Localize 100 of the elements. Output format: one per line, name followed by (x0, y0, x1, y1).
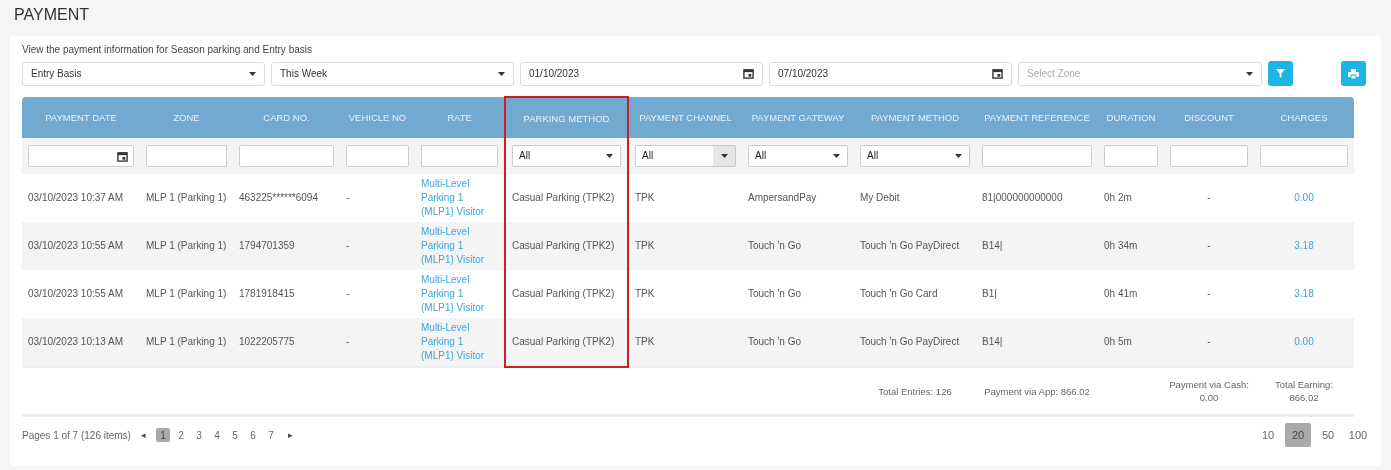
table-cell: 0h 2m (1098, 174, 1164, 222)
date-field[interactable]: 01/10/2023 (520, 61, 763, 86)
print-icon (1348, 68, 1359, 79)
next-page-button[interactable]: ▸ (281, 430, 299, 440)
date-field[interactable] (28, 145, 134, 167)
total-text: Payment via Cash: 0.00 (1169, 379, 1249, 403)
select-field[interactable]: Entry Basis (22, 61, 265, 86)
column-header: PAYMENT CHANNEL (628, 97, 742, 138)
table-cell: B1| (976, 270, 1098, 318)
caret-icon (832, 154, 840, 158)
table-cell: TPK (628, 222, 742, 270)
total-text: Total Entries: 126 (878, 385, 952, 397)
column-header: RATE (415, 97, 505, 138)
total-text: Payment via App: 866.02 (984, 385, 1090, 397)
select-field[interactable]: All (748, 145, 848, 167)
column-header: VEHICLE NO (340, 97, 415, 138)
column-header: PAYMENT REFERENCE (976, 97, 1098, 138)
page-button[interactable]: 4 (209, 428, 224, 442)
table-cell: 0h 41m (1098, 270, 1164, 318)
table-cell: 1794701359 (233, 222, 340, 270)
table-cell: 81|000000000000 (976, 174, 1098, 222)
text-field[interactable] (146, 145, 227, 167)
table-cell: Touch 'n Go Card (854, 270, 976, 318)
text-field[interactable] (421, 145, 498, 167)
table-cell: - (340, 318, 415, 367)
text-field[interactable] (1260, 145, 1348, 167)
table-cell: Casual Parking (TPK2) (505, 270, 628, 318)
select-field[interactable]: This Week (271, 61, 514, 86)
text-field[interactable] (239, 145, 334, 167)
print-button[interactable] (1341, 61, 1366, 86)
select-field[interactable]: All (860, 145, 970, 167)
table-cell: - (1164, 270, 1254, 318)
column-header: ZONE (140, 97, 233, 138)
table-cell: Touch 'n Go (742, 270, 854, 318)
table-cell: AmpersandPay (742, 174, 854, 222)
table-cell: Touch 'n Go PayDirect (854, 222, 976, 270)
table-cell: TPK (628, 270, 742, 318)
table-cell: 03/10/2023 10:37 AM (22, 174, 140, 222)
combo-field[interactable]: All (635, 145, 736, 167)
page-button[interactable]: 2 (173, 428, 188, 442)
table-cell: MLP 1 (Parking 1) (140, 270, 233, 318)
page-button[interactable]: 5 (227, 428, 242, 442)
previous-page-button[interactable]: ◂ (134, 430, 152, 440)
table-cell: 1781918415 (233, 270, 340, 318)
table-cell: 1022205775 (233, 318, 340, 367)
caret-icon (605, 154, 613, 158)
table-cell: B14| (976, 318, 1098, 367)
page-size-button[interactable]: 100 (1345, 423, 1371, 447)
column-header: CARD NO. (233, 97, 340, 138)
table-cell: TPK (628, 174, 742, 222)
text-field[interactable] (346, 145, 409, 167)
table-cell: 0h 5m (1098, 318, 1164, 367)
table-cell: Touch 'n Go (742, 318, 854, 367)
page-button[interactable]: 6 (245, 428, 260, 442)
table-cell: My Debit (854, 174, 976, 222)
table-cell: MLP 1 (Parking 1) (140, 222, 233, 270)
table-cell: Casual Parking (TPK2) (505, 222, 628, 270)
table-cell: 463225******6094 (233, 174, 340, 222)
column-header: PAYMENT METHOD (854, 97, 976, 138)
page-size-button[interactable]: 10 (1255, 423, 1281, 447)
table-cell: - (1164, 174, 1254, 222)
caret-icon (498, 71, 505, 76)
table-cell: 03/10/2023 10:55 AM (22, 222, 140, 270)
text-field[interactable] (982, 145, 1092, 167)
table-cell: TPK (628, 318, 742, 367)
table-cell: B14| (976, 222, 1098, 270)
calendar-icon (992, 68, 1003, 79)
pagination-summary: Pages 1 of 7 (126 items) (22, 429, 131, 441)
table-cell: Casual Parking (TPK2) (505, 174, 628, 222)
page-title: PAYMENT (14, 6, 90, 24)
table-cell: - (340, 270, 415, 318)
text-field[interactable] (1104, 145, 1158, 167)
table-cell: Touch 'n Go PayDirect (854, 318, 976, 367)
page-button[interactable]: 1 (155, 428, 170, 442)
date-field[interactable]: 07/10/2023 (769, 61, 1012, 86)
description-text: View the payment information for Season parking and Entry basis (22, 44, 313, 55)
table-cell: 03/10/2023 10:55 AM (22, 270, 140, 318)
table-cell: MLP 1 (Parking 1) (140, 174, 233, 222)
table-cell: - (340, 174, 415, 222)
page-button[interactable]: 3 (191, 428, 206, 442)
filter-button[interactable] (1268, 61, 1293, 86)
column-header: PAYMENT DATE (22, 97, 140, 138)
table-cell: - (1164, 222, 1254, 270)
page-size-button[interactable]: 50 (1315, 423, 1341, 447)
calendar-icon (743, 68, 754, 79)
text-field[interactable] (1170, 145, 1248, 167)
page-button[interactable]: 7 (263, 428, 278, 442)
total-text: Total Earning: 866.02 (1274, 379, 1334, 403)
column-header: DURATION (1098, 97, 1164, 138)
column-header: PARKING METHOD (505, 97, 628, 138)
table-cell: 0h 34m (1098, 222, 1164, 270)
table-cell: Casual Parking (TPK2) (505, 318, 628, 367)
select-field[interactable]: All (512, 145, 621, 167)
column-header: PAYMENT GATEWAY (742, 97, 854, 138)
filter-icon (1276, 69, 1285, 78)
table-cell: MLP 1 (Parking 1) (140, 318, 233, 367)
column-header: DISCOUNT (1164, 97, 1254, 138)
table-cell: - (340, 222, 415, 270)
table-cell: Touch 'n Go (742, 222, 854, 270)
page-size-button[interactable]: 20 (1285, 423, 1311, 447)
